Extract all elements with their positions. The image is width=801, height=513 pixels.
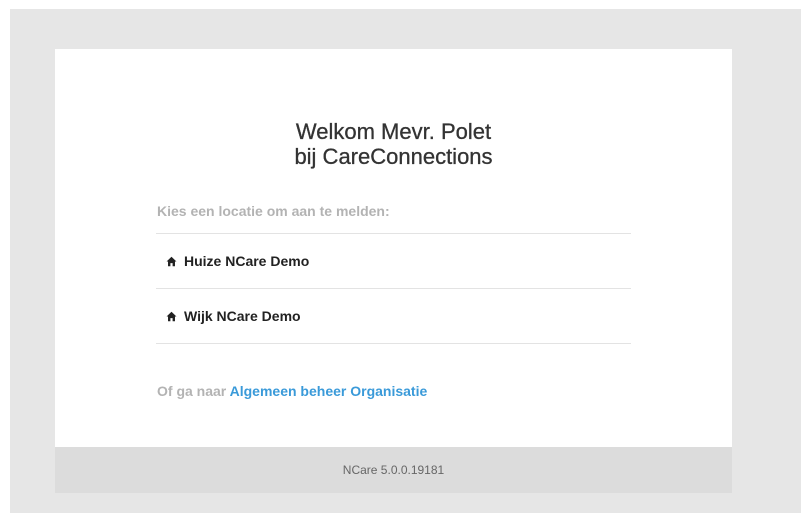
location-list: Huize NCare Demo Wijk NCare Demo [156,233,631,344]
location-label: Huize NCare Demo [184,253,310,269]
admin-organisation-link[interactable]: Algemeen beheer Organisatie [230,383,428,399]
alternative-navigation: Of ga naar Algemeen beheer Organisatie [157,383,427,399]
welcome-line-1: Welkom Mevr. Polet [295,119,492,144]
alternative-prefix: Of ga naar [157,383,230,399]
welcome-line-2: bij CareConnections [294,144,493,169]
version-label: NCare 5.0.0.19181 [342,463,445,477]
version-footer: NCare 5.0.0.19181 [55,447,732,493]
home-icon [166,311,177,321]
location-label: Wijk NCare Demo [184,308,301,324]
welcome-title: Welkom Mevr. Polet bij CareConnections [55,119,732,169]
login-card: Welkom Mevr. Polet bij CareConnections K… [55,49,732,447]
home-icon [166,256,177,266]
location-item-wijk[interactable]: Wijk NCare Demo [156,289,631,344]
location-item-huize[interactable]: Huize NCare Demo [156,234,631,289]
location-prompt: Kies een locatie om aan te melden: [157,203,390,219]
page-background: Welkom Mevr. Polet bij CareConnections K… [10,9,801,513]
